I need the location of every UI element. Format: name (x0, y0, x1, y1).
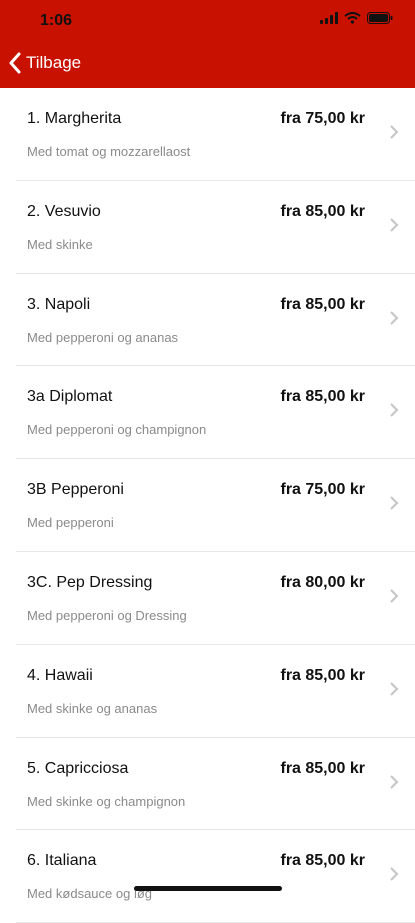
item-title: 3B Pepperoni (27, 481, 124, 499)
item-title: 3. Napoli (27, 295, 91, 313)
list-item[interactable]: 2. Vesuvio fra 85,00 kr Med skinke (0, 181, 415, 274)
item-description: Med pepperoni og Dressing (27, 607, 187, 623)
item-price: fra 85,00 kr (280, 202, 365, 220)
list-item[interactable]: 3C. Pep Dressing fra 80,00 kr Med pepper… (0, 552, 415, 645)
home-indicator (134, 886, 282, 891)
list-item[interactable]: 1. Margherita fra 75,00 kr Med tomat og … (0, 88, 415, 181)
back-button[interactable]: Tilbage (8, 52, 81, 74)
chevron-right-icon (390, 403, 399, 418)
signal-icon (320, 12, 338, 24)
chevron-right-icon (390, 125, 399, 139)
item-price: fra 85,00 kr (280, 759, 365, 777)
list-item[interactable]: 3. Napoli fra 85,00 kr Med pepperoni og … (0, 274, 415, 367)
list-item[interactable]: 4. Hawaii fra 85,00 kr Med skinke og ana… (0, 645, 415, 738)
battery-icon (367, 12, 393, 24)
back-label: Tilbage (26, 53, 82, 72)
item-title: 1. Margherita (27, 110, 122, 127)
list-item[interactable]: 3B Pepperoni fra 75,00 kr Med pepperoni (0, 459, 415, 552)
item-price: fra 75,00 kr (280, 110, 365, 127)
wifi-icon (344, 12, 361, 24)
item-description: Med skinke og ananas (27, 700, 158, 716)
chevron-right-icon (390, 589, 399, 603)
chevron-right-icon (390, 867, 399, 882)
item-description: Med pepperoni og champignon (27, 422, 207, 438)
item-title: 4. Hawaii (27, 666, 93, 684)
item-price: fra 80,00 kr (280, 573, 365, 591)
item-price: fra 85,00 kr (280, 295, 365, 313)
chevron-right-icon (390, 682, 399, 696)
chevron-right-icon (390, 774, 399, 789)
navigation-header: 1:06 Tilbage (0, 0, 415, 88)
list-item[interactable]: 3a Diplomat fra 85,00 kr Med pepperoni o… (0, 366, 415, 459)
item-title: 5. Capricciosa (27, 759, 129, 777)
item-price: fra 85,00 kr (280, 852, 365, 870)
status-icons (320, 12, 393, 24)
item-price: fra 85,00 kr (280, 388, 365, 406)
item-description: Med pepperoni og ananas (27, 329, 179, 345)
item-title: 6. Italiana (27, 852, 97, 870)
chevron-right-icon (390, 218, 399, 232)
status-time: 1:06 (40, 12, 73, 29)
item-price: fra 85,00 kr (280, 666, 365, 684)
item-price: fra 75,00 kr (280, 481, 365, 499)
chevron-left-icon (9, 52, 21, 74)
item-title: 3C. Pep Dressing (27, 573, 153, 591)
item-title: 3a Diplomat (27, 388, 113, 406)
pizza-menu-list: 1. Margherita fra 75,00 kr Med tomat og … (0, 88, 415, 923)
item-description: Med tomat og mozzarellaost (27, 144, 191, 159)
chevron-right-icon (390, 310, 399, 325)
item-description: Med skinke (27, 236, 93, 252)
chevron-right-icon (390, 496, 399, 510)
item-title: 2. Vesuvio (27, 202, 101, 220)
list-item[interactable]: 6. Italiana fra 85,00 kr Med kødsauce og… (0, 830, 415, 923)
list-item[interactable]: 5. Capricciosa fra 85,00 kr Med skinke o… (0, 738, 415, 831)
item-description: Med skinke og champignon (27, 793, 186, 809)
item-description: Med pepperoni (27, 515, 114, 531)
